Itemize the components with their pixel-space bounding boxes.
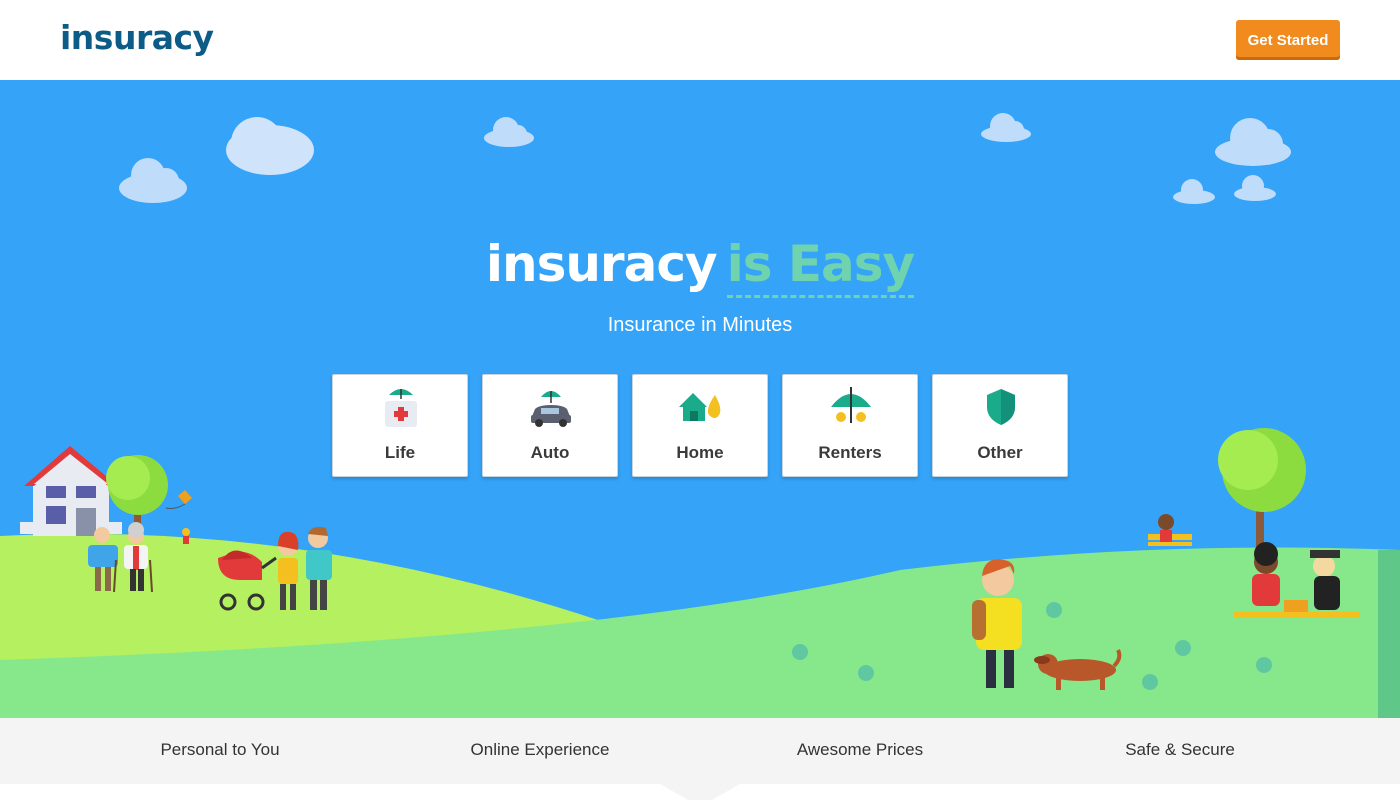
active-feature-pointer bbox=[660, 784, 740, 800]
site-header: insuracy Get Started bbox=[0, 0, 1400, 80]
cloud-icon bbox=[226, 117, 314, 175]
card-other[interactable]: Other bbox=[932, 374, 1068, 477]
hero-brand: insuracy bbox=[485, 235, 718, 293]
card-renters[interactable]: Renters bbox=[782, 374, 918, 477]
card-life[interactable]: Life bbox=[332, 374, 468, 477]
card-auto-label: Auto bbox=[530, 443, 570, 462]
bench-person-illustration bbox=[1148, 514, 1192, 546]
tree-illustration bbox=[1218, 428, 1306, 560]
card-home[interactable]: Home bbox=[632, 374, 768, 477]
house-illustration bbox=[20, 446, 122, 536]
card-life-label: Life bbox=[384, 443, 416, 462]
house-water-drop-icon bbox=[679, 393, 721, 421]
card-renters-label: Renters bbox=[818, 443, 882, 462]
cloud-icon bbox=[484, 117, 534, 147]
features-bar: Personal to You Online Experience Awesom… bbox=[0, 718, 1400, 784]
card-auto[interactable]: Auto bbox=[482, 374, 618, 477]
cloud-icon bbox=[119, 158, 187, 203]
hero-subtitle: Insurance in Minutes bbox=[607, 314, 793, 336]
get-started-button[interactable]: Get Started bbox=[1236, 20, 1340, 60]
kite-illustration bbox=[165, 490, 192, 544]
cloud-icon bbox=[1215, 118, 1291, 166]
hero: insuracy is Easy Insurance in Minutes Lif… bbox=[0, 80, 1400, 718]
feature-prices: Awesome Prices bbox=[796, 740, 924, 759]
hero-title: insuracy is Easy bbox=[0, 235, 1400, 298]
umbrella-first-aid-icon bbox=[385, 389, 417, 427]
cloud-icon bbox=[1173, 175, 1276, 204]
shield-icon bbox=[987, 389, 1015, 425]
umbrella-car-icon bbox=[531, 391, 571, 427]
umbrella-coins-icon bbox=[831, 387, 871, 423]
feature-personal: Personal to You bbox=[160, 740, 280, 759]
card-other-label: Other bbox=[977, 443, 1023, 462]
feature-secure: Safe & Secure bbox=[1125, 740, 1235, 759]
logo[interactable]: insuracy bbox=[60, 18, 214, 58]
feature-online: Online Experience bbox=[470, 740, 610, 759]
card-home-label: Home bbox=[676, 443, 724, 462]
cloud-icon bbox=[981, 113, 1031, 142]
insurance-type-cards: Life Auto Home Renters Other bbox=[332, 374, 1068, 477]
hero-rotating-text: is Easy bbox=[726, 235, 915, 298]
